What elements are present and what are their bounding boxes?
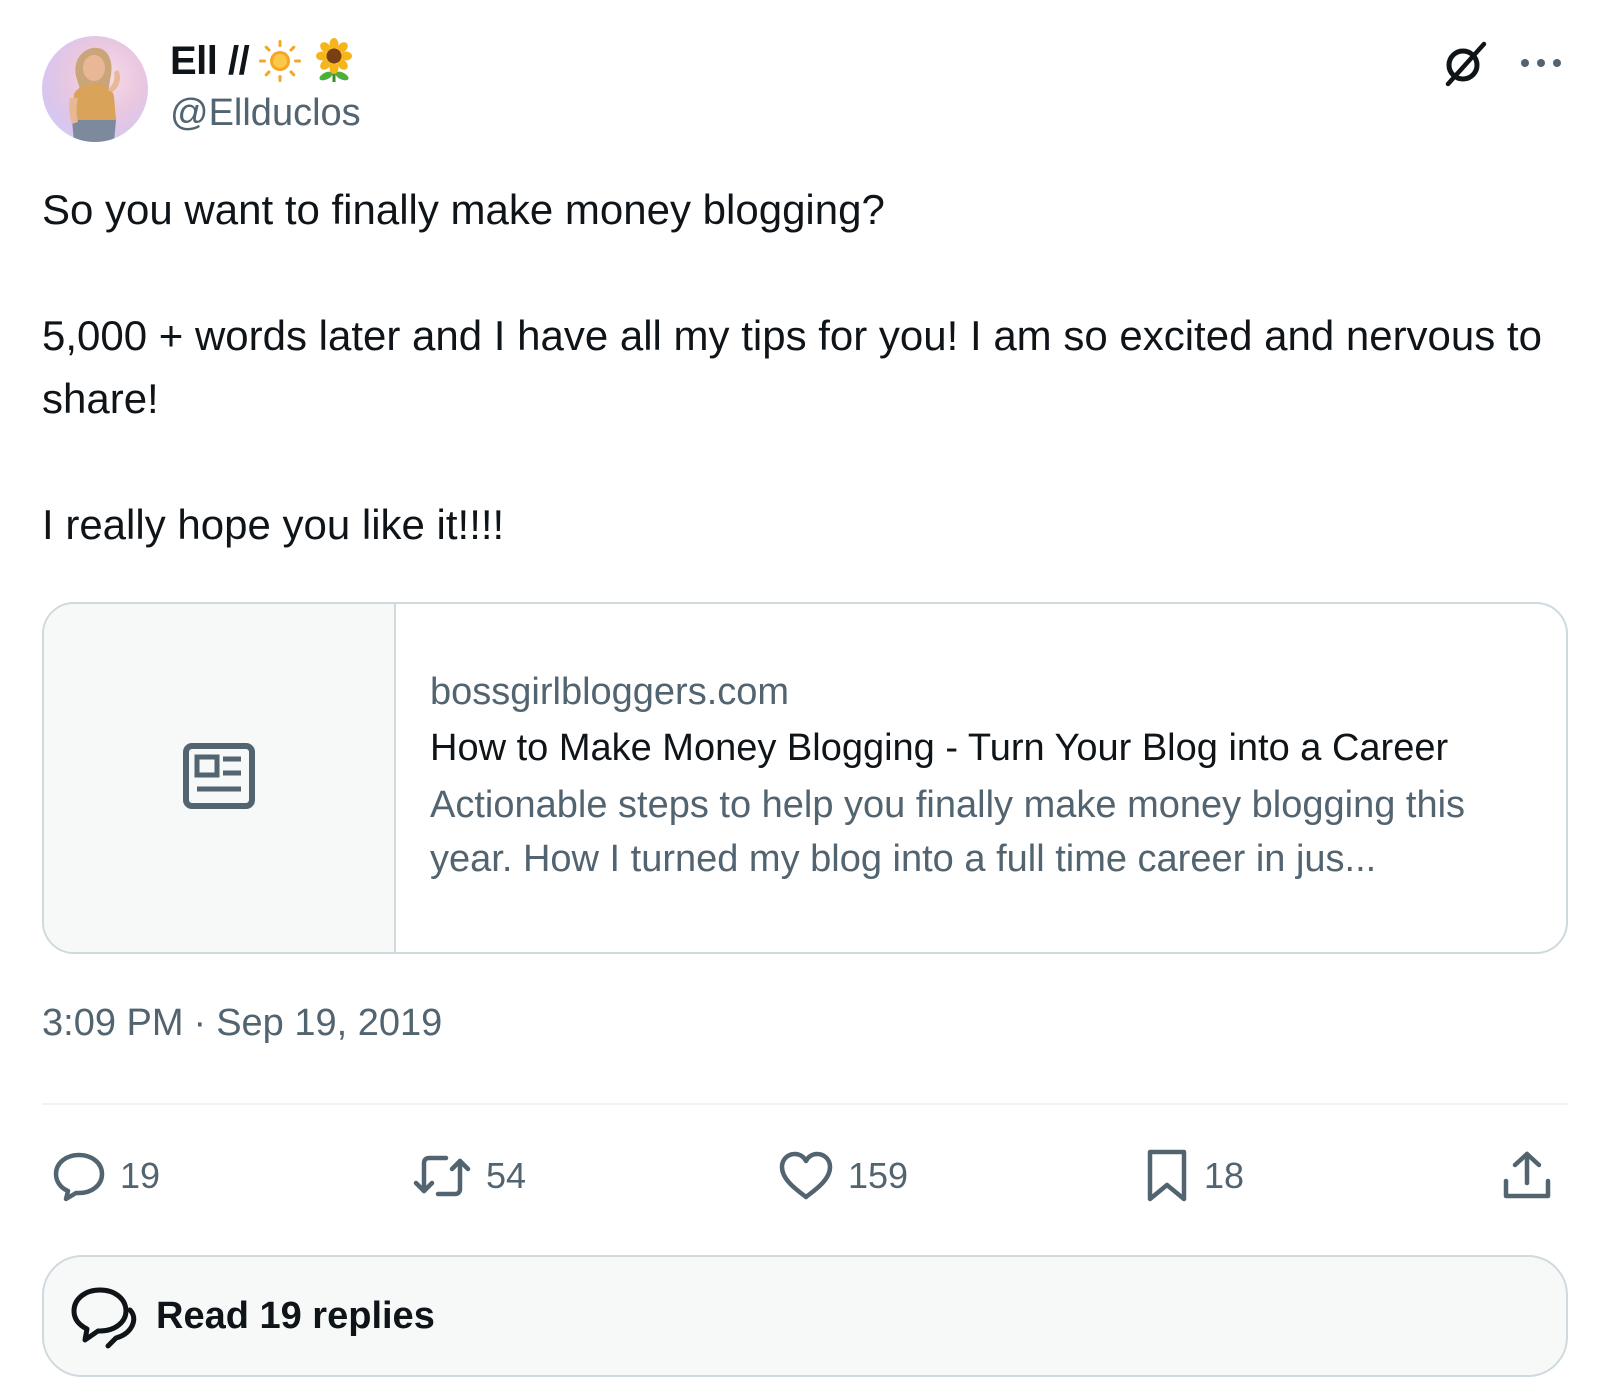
share-button[interactable] [1500,1146,1554,1206]
tweet-date: Sep 19, 2019 [216,1002,443,1044]
sun-emoji-icon [257,38,303,84]
like-button[interactable]: 159 [778,1146,908,1206]
bookmark-count: 18 [1204,1155,1245,1196]
display-name[interactable]: Ell // [170,36,357,86]
link-card-domain: bossgirlbloggers.com [430,671,790,713]
bookmark-button[interactable]: 18 [1144,1146,1244,1206]
tweet-text: So you want to finally make money bloggi… [42,178,1542,556]
heart-icon [778,1149,834,1203]
link-card-description: Actionable steps to help you finally mak… [430,784,1466,880]
link-card-thumbnail [44,604,396,952]
retweet-button[interactable]: 54 [412,1146,526,1206]
tweet-timestamp[interactable]: 3:09 PM · Sep 19, 2019 [42,1002,442,1045]
link-preview-card[interactable]: bossgirlbloggers.com How to Make Money B… [42,602,1568,954]
tweet-time: 3:09 PM [42,1002,184,1044]
like-count: 159 [848,1155,909,1196]
reply-button[interactable]: 19 [52,1146,160,1206]
conversation-icon [68,1280,140,1352]
tweet-paragraph: 5,000 + words later and I have all my ti… [42,312,1542,422]
tweet-card: Ell // @Ellduclos So you want to finally… [0,0,1600,1389]
display-name-text: Ell // [170,38,250,83]
link-card-body: bossgirlbloggers.com How to Make Money B… [430,666,1540,886]
timestamp-separator: · [193,1002,207,1044]
retweet-count: 54 [486,1155,527,1196]
divider [42,1103,1568,1105]
tweet-paragraph: I really hope you like it!!!! [42,501,505,548]
reply-count: 19 [120,1155,161,1196]
more-options-icon[interactable] [1518,44,1564,82]
reply-icon [52,1149,106,1203]
avatar[interactable] [42,36,148,142]
tweet-paragraph: So you want to finally make money bloggi… [42,186,885,233]
read-replies-button[interactable]: Read 19 replies [42,1255,1568,1377]
bookmark-icon [1144,1148,1190,1204]
retweet-icon [412,1149,472,1203]
sunflower-emoji-icon [311,38,357,84]
user-handle[interactable]: @Ellduclos [170,92,361,135]
grok-icon[interactable] [1440,38,1490,88]
article-icon [183,742,255,814]
link-card-title: How to Make Money Blogging - Turn Your B… [430,727,1449,769]
share-icon [1500,1149,1554,1203]
read-replies-label: Read 19 replies [156,1294,435,1337]
